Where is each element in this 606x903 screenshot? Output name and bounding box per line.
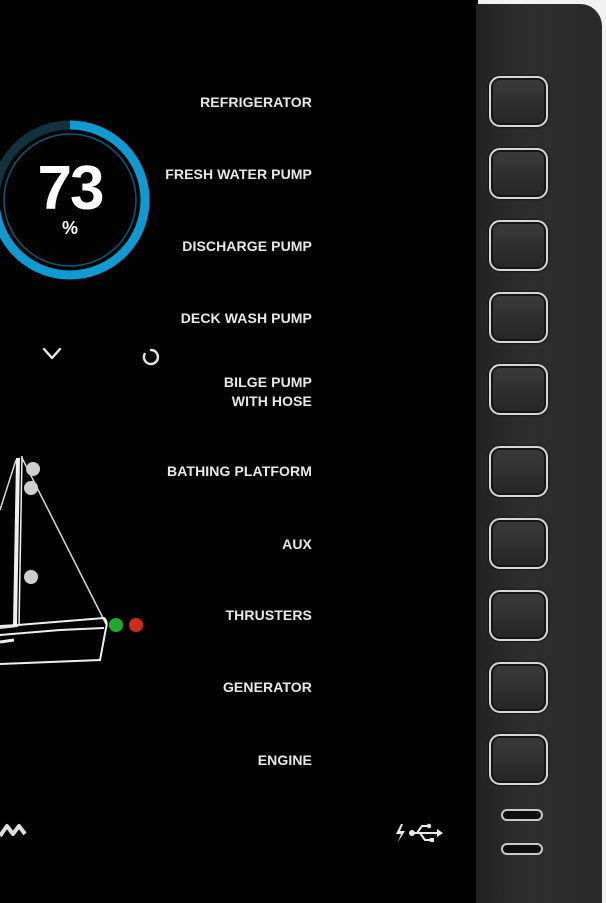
refresh-icon[interactable] [140, 346, 162, 368]
discharge-pump-switch[interactable] [489, 220, 548, 271]
wave-icon [0, 824, 27, 838]
usb-port-1 [501, 809, 543, 821]
switch-label-generator: GENERATOR [222, 679, 312, 695]
generator-switch[interactable] [489, 662, 548, 713]
charging-usb-icon [396, 823, 443, 842]
switch-label-thrusters: THRUSTERS [225, 607, 312, 623]
switch-label-refrigerator: REFRIGERATOR [200, 94, 312, 110]
refrigerator-switch[interactable] [489, 76, 548, 127]
switch-label-discharge-pump: DISCHARGE PUMP [182, 238, 312, 254]
port-light [129, 618, 143, 632]
mast-light-top [26, 462, 40, 476]
switch-label-deck-wash-pump: DECK WASH PUMP [180, 310, 312, 326]
bathing-platform-switch[interactable] [489, 446, 548, 497]
aux-switch[interactable] [489, 518, 548, 569]
boat-diagram [0, 455, 143, 665]
mast-light-mid [24, 570, 38, 584]
usb-port-2 [501, 843, 543, 855]
bilge-pump-switch[interactable] [489, 364, 548, 415]
switch-label-aux: AUX [282, 536, 312, 552]
starboard-light [109, 618, 123, 632]
level-unit: % [61, 218, 78, 238]
thrusters-switch[interactable] [489, 590, 548, 641]
chevron-down-icon[interactable] [40, 344, 64, 364]
engine-switch[interactable] [489, 734, 548, 785]
level-value: 73 [37, 154, 105, 223]
switch-label-bathing-platform: BATHING PLATFORM [167, 463, 312, 479]
mast-light-upper [24, 481, 38, 495]
display-screen: 73 % REFRIGERATOR FRESH WATER PUMP DISCH… [0, 0, 478, 903]
switch-label-bilge-pump: BILGE PUMP WITH HOSE [223, 374, 312, 409]
switch-label-engine: ENGINE [257, 752, 312, 768]
switch-label-fresh-water-pump: FRESH WATER PUMP [165, 166, 312, 182]
deck-wash-pump-switch[interactable] [489, 292, 548, 343]
fresh-water-pump-switch[interactable] [489, 148, 548, 199]
